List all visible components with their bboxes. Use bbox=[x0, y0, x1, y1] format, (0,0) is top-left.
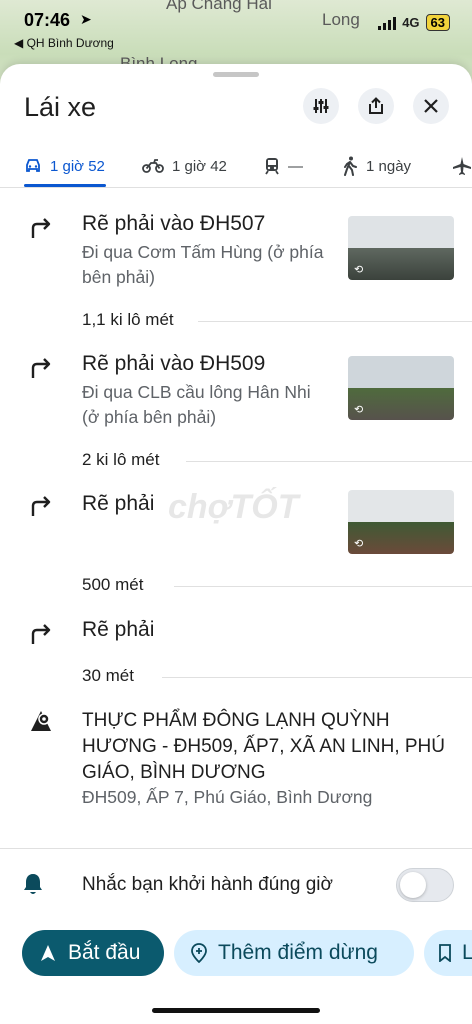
divider bbox=[162, 677, 472, 678]
page-title: Lái xe bbox=[24, 92, 97, 122]
train-icon bbox=[265, 158, 279, 175]
back-to-app-link[interactable]: ◀ QH Bình Dương bbox=[14, 36, 114, 50]
drag-handle[interactable] bbox=[213, 72, 259, 77]
start-navigation-button[interactable]: Bắt đầu bbox=[22, 930, 164, 976]
divider bbox=[198, 321, 472, 322]
destination-pin-icon bbox=[31, 711, 51, 731]
travel-mode-tabs: 1 giờ 52 1 giờ 42 — 1 ngày bbox=[0, 144, 472, 188]
route-options-button[interactable] bbox=[303, 88, 339, 124]
add-stop-button[interactable]: Thêm điểm dừng bbox=[174, 930, 414, 976]
step-distance: 2 ki lô mét bbox=[82, 450, 160, 469]
save-list-button[interactable]: L bbox=[424, 930, 472, 976]
divider bbox=[186, 461, 472, 462]
divider bbox=[0, 848, 472, 849]
divider bbox=[174, 586, 472, 587]
add-location-icon bbox=[191, 943, 207, 963]
status-indicators: 4G 63 bbox=[378, 14, 450, 31]
departure-reminder-toggle[interactable] bbox=[396, 868, 454, 902]
share-button[interactable] bbox=[358, 88, 394, 124]
airplane-icon bbox=[453, 157, 471, 175]
tune-icon bbox=[313, 99, 329, 113]
turn-right-icon bbox=[31, 624, 51, 644]
share-icon bbox=[369, 97, 383, 114]
step-distance: 500 mét bbox=[82, 575, 144, 594]
rotate-360-icon: ⟲ bbox=[354, 264, 364, 276]
tab-label: 1 giờ 42 bbox=[172, 157, 227, 175]
tab-flight[interactable] bbox=[452, 144, 472, 188]
step-instruction: Rẽ phải vào ĐH509 bbox=[82, 352, 266, 375]
tab-motorbike[interactable]: 1 giờ 42 bbox=[142, 144, 227, 188]
car-icon bbox=[26, 159, 40, 172]
home-indicator[interactable] bbox=[152, 1008, 320, 1013]
street-view-thumbnail[interactable]: ⟲ bbox=[348, 216, 454, 280]
departure-reminder-label: Nhắc bạn khởi hành đúng giờ bbox=[82, 874, 333, 895]
location-arrow-icon: ➤ bbox=[80, 11, 92, 27]
step-instruction: Rẽ phải bbox=[82, 618, 155, 641]
step-detail: Đi qua CLB cầu lông Hân Nhi (ở phía bên … bbox=[82, 382, 311, 427]
add-stop-label: Thêm điểm dừng bbox=[218, 941, 378, 964]
start-label: Bắt đầu bbox=[68, 941, 141, 964]
step-instruction: Rẽ phải bbox=[82, 492, 155, 515]
street-view-thumbnail[interactable]: ⟲ bbox=[348, 490, 454, 554]
battery-indicator: 63 bbox=[425, 14, 450, 31]
close-button[interactable] bbox=[413, 88, 449, 124]
street-view-thumbnail[interactable]: ⟲ bbox=[348, 356, 454, 420]
network-type: 4G bbox=[402, 15, 420, 30]
watermark-logo: chợTỐT bbox=[168, 488, 299, 526]
rotate-360-icon: ⟲ bbox=[354, 404, 364, 416]
divider bbox=[0, 187, 472, 188]
status-time: 07:46 bbox=[24, 10, 71, 30]
bookmark-icon bbox=[439, 944, 451, 962]
signal-icon bbox=[378, 16, 397, 30]
tab-label: 1 ngày bbox=[366, 157, 412, 175]
step-detail: Đi qua Cơm Tấm Hùng (ở phía bên phải) bbox=[82, 242, 324, 287]
toggle-knob bbox=[400, 872, 426, 898]
bell-icon bbox=[24, 874, 42, 894]
map-label: Long bbox=[322, 10, 360, 29]
destination-address: ĐH509, ẤP 7, Phú Giáo, Bình Dương bbox=[82, 787, 373, 807]
turn-right-icon bbox=[31, 218, 51, 238]
tab-transit[interactable]: — bbox=[264, 144, 303, 188]
step-instruction: Rẽ phải vào ĐH507 bbox=[82, 212, 266, 235]
step-distance: 1,1 ki lô mét bbox=[82, 310, 174, 329]
directions-sheet: Lái xe 1 giờ 52 1 giờ 42 — 1 ngày Rẽ phả… bbox=[0, 64, 472, 1024]
destination-name: THỰC PHẨM ĐÔNG LẠNH QUỲNH HƯƠNG - ĐH509,… bbox=[82, 710, 446, 783]
navigation-arrow-icon bbox=[41, 945, 55, 961]
map-label: Ấp Chàng Hai bbox=[166, 0, 272, 13]
tab-walk[interactable]: 1 ngày bbox=[342, 144, 411, 188]
walk-icon bbox=[344, 156, 357, 176]
close-icon bbox=[424, 99, 438, 113]
tab-label: — bbox=[288, 157, 303, 175]
more-label: L bbox=[462, 941, 472, 964]
turn-right-icon bbox=[31, 496, 51, 516]
turn-right-icon bbox=[31, 358, 51, 378]
motorbike-icon bbox=[142, 159, 164, 173]
step-distance: 30 mét bbox=[82, 666, 134, 685]
tab-label: 1 giờ 52 bbox=[50, 157, 105, 175]
rotate-360-icon: ⟲ bbox=[354, 538, 364, 550]
tab-car[interactable]: 1 giờ 52 bbox=[24, 144, 105, 188]
